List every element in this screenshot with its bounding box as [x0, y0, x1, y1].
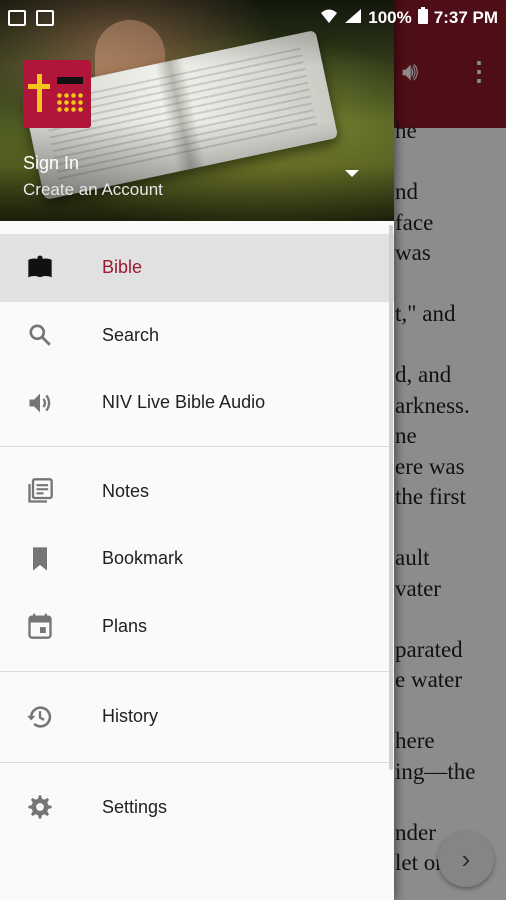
gear-icon — [26, 793, 54, 821]
navigation-drawer: Sign In Create an Account Bible Search N… — [0, 0, 394, 900]
image-notification-icon — [8, 10, 26, 26]
search-icon — [26, 321, 54, 349]
calendar-icon — [26, 612, 54, 640]
menu-item-notes[interactable]: Notes — [0, 458, 394, 526]
menu-label: Notes — [102, 480, 150, 501]
clock: 7:37 PM — [433, 8, 498, 27]
signal-icon — [344, 8, 362, 29]
sign-in-link[interactable]: Sign In — [23, 153, 79, 174]
account-dropdown-icon[interactable] — [345, 170, 359, 177]
wifi-icon — [320, 8, 338, 29]
history-icon — [26, 703, 54, 731]
menu-label: Bookmark — [102, 548, 184, 569]
menu-label: NIV Live Bible Audio — [102, 392, 266, 413]
drawer-scrollbar[interactable] — [389, 225, 393, 770]
create-account-link[interactable]: Create an Account — [23, 180, 163, 200]
menu-group-study: Notes Bookmark Plans — [0, 447, 394, 672]
file-notification-icon — [36, 10, 54, 26]
menu-item-bookmark[interactable]: Bookmark — [0, 525, 394, 593]
notes-icon — [26, 477, 54, 505]
speaker-icon — [26, 389, 54, 417]
menu-label: Search — [102, 324, 160, 345]
menu-item-settings[interactable]: Settings — [0, 774, 394, 842]
menu-item-audio[interactable]: NIV Live Bible Audio — [0, 369, 394, 437]
menu-label: Settings — [102, 796, 168, 817]
app-logo — [23, 60, 91, 128]
drawer-menu: Bible Search NIV Live Bible Audio Notes … — [0, 221, 394, 852]
battery-icon — [417, 7, 428, 29]
menu-label: History — [102, 706, 159, 727]
menu-item-history[interactable]: History — [0, 683, 394, 751]
menu-label: Bible — [102, 257, 143, 278]
bookmark-icon — [26, 545, 54, 573]
menu-group-history: History — [0, 672, 394, 763]
menu-item-bible[interactable]: Bible — [0, 234, 394, 302]
menu-group-main: Bible Search NIV Live Bible Audio — [0, 221, 394, 447]
bible-icon — [26, 254, 54, 282]
status-bar: 100% 7:37 PM — [0, 0, 506, 36]
menu-item-search[interactable]: Search — [0, 302, 394, 370]
battery-level: 100% — [368, 8, 412, 27]
menu-group-settings: Settings — [0, 763, 394, 853]
menu-label: Plans — [102, 615, 148, 636]
menu-item-plans[interactable]: Plans — [0, 593, 394, 661]
